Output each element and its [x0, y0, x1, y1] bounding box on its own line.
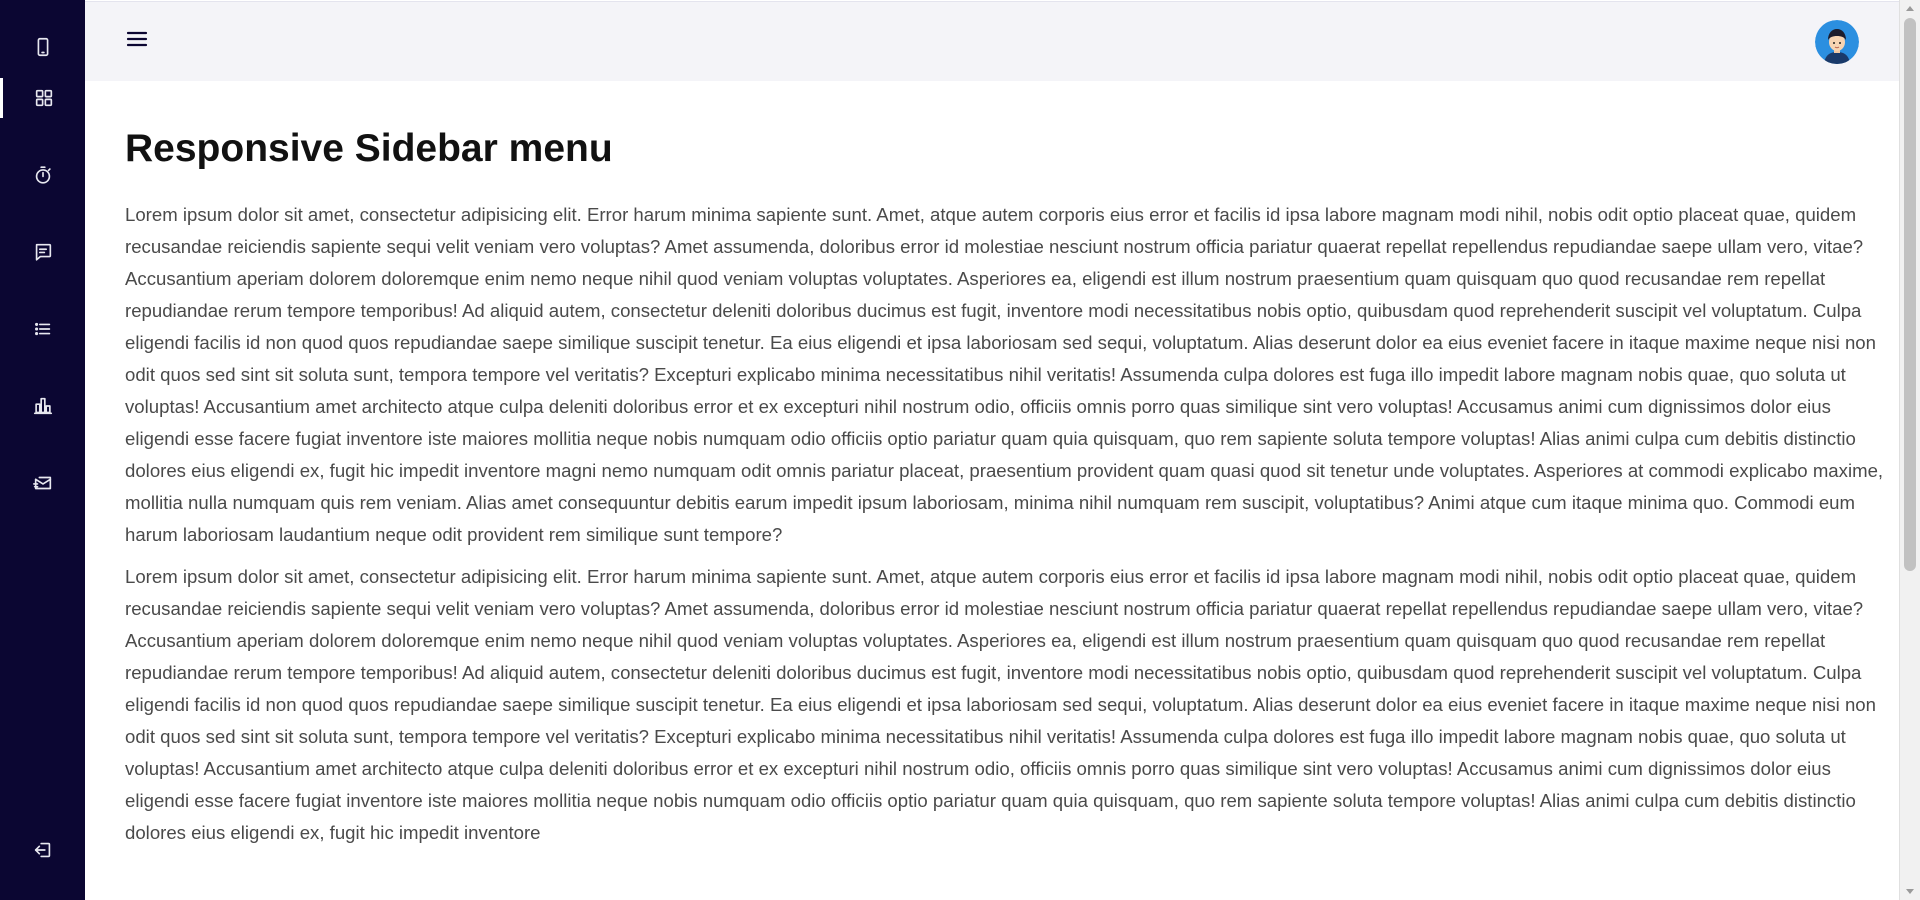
scroll-thumb[interactable] [1904, 18, 1916, 571]
message-icon [35, 243, 51, 261]
bar-chart-icon [33, 397, 52, 415]
menu-toggle-button[interactable] [125, 27, 149, 51]
phone-icon [37, 37, 48, 57]
logout-icon [34, 842, 50, 858]
sidebar-item-analytics[interactable] [0, 386, 85, 426]
sidebar-item-dashboard[interactable] [0, 78, 85, 118]
sidebar-item-mail[interactable] [0, 463, 85, 503]
list-icon [34, 322, 50, 336]
top-header [85, 1, 1900, 81]
user-avatar[interactable] [1815, 20, 1859, 64]
sidebar-item-timer[interactable] [0, 155, 85, 195]
body-paragraph-1: Lorem ipsum dolor sit amet, consectetur … [125, 203, 1884, 545]
scroll-down-arrow-icon[interactable] [1906, 889, 1914, 894]
avatar-image [1815, 20, 1859, 64]
sidebar-item-phone[interactable] [0, 27, 85, 67]
timer-icon [35, 166, 51, 184]
scroll-up-arrow-icon[interactable] [1906, 6, 1914, 11]
mail-send-icon [32, 476, 51, 490]
main-content: Responsive Sidebar menu Lorem ipsum dolo… [125, 80, 1885, 900]
vertical-scrollbar[interactable] [1899, 0, 1920, 900]
menu-icon [126, 31, 148, 47]
sidebar-item-messages[interactable] [0, 232, 85, 272]
logout-button[interactable] [0, 830, 85, 870]
body-paragraph-2: Lorem ipsum dolor sit amet, consectetur … [125, 565, 1876, 843]
sidebar-item-list[interactable] [0, 309, 85, 349]
sidebar [0, 0, 85, 900]
page-title: Responsive Sidebar menu [125, 127, 613, 170]
grid-icon [35, 89, 53, 107]
